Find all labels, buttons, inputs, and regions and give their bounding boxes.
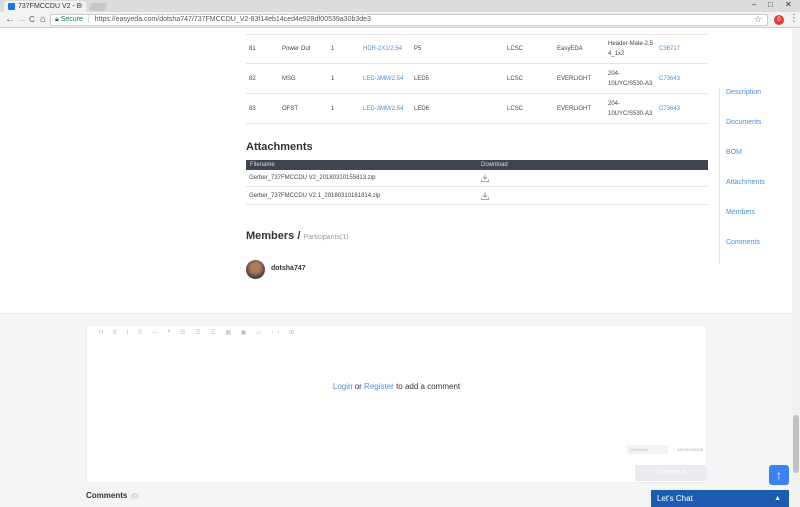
browser-menu-icon[interactable]: ⋮ [789, 13, 799, 24]
attachment-row: Gerber_737FMCCDU V2.1_20180310161814.zip [246, 188, 708, 205]
bom-mpn: 204-10UYC/S530-A3 [608, 101, 653, 117]
download-icon[interactable] [481, 174, 489, 182]
bom-qty: 1 [331, 76, 335, 82]
bom-part-link[interactable]: C73643 [659, 74, 680, 84]
maximize-icon[interactable]: □ [768, 0, 773, 9]
bom-qty: 1 [331, 106, 335, 112]
address-bar[interactable]: 🔒︎ Secure | https://easyeda.com/dotsha74… [50, 14, 768, 26]
bom-supplier: LCSC [507, 76, 524, 82]
sidenav-item-comments[interactable]: Comments [726, 239, 760, 246]
bom-part-link[interactable]: C36717 [659, 44, 680, 54]
bom-manufacturer: EasyEDA [557, 46, 583, 52]
bom-footprint-link[interactable]: HDR-2X1/2.54 [363, 44, 402, 54]
attachments-table-header: Filename Download [246, 160, 708, 170]
attachment-filename: Gerber_737FMCCDU V2.1_20180310161814.zip [249, 193, 381, 199]
bom-manufacturer: EVERLIGHT [557, 106, 592, 112]
bom-row: 81 Power Out 1 HDR-2X1/2.54 P5 LCSC Easy… [246, 35, 708, 64]
login-prompt: Login or Register to add a comment [87, 382, 706, 391]
sidenav-item-description[interactable]: Description [726, 89, 761, 96]
members-title: Members / Participants(1) [246, 230, 349, 242]
attachment-filename: Gerber_737FMCCDU V2_20180310155813.zip [249, 175, 376, 181]
download-icon[interactable] [481, 192, 489, 200]
browser-tab[interactable]: 737FMCCDU V2 - E × [4, 1, 86, 12]
bookmark-star-icon[interactable]: ☆ [754, 14, 762, 25]
or-text: or [354, 382, 362, 391]
bom-footprint-link[interactable]: LED-3MM/2.54 [363, 74, 403, 84]
avatar[interactable] [246, 260, 265, 279]
attachments-title: Attachments [246, 141, 313, 153]
bom-supplier: LCSC [507, 46, 524, 52]
comments-title-text: Comments [86, 491, 128, 500]
bom-supplier: LCSC [507, 106, 524, 112]
sidenav-item-bom[interactable]: BOM [726, 149, 742, 156]
bom-qty: 1 [331, 46, 335, 52]
browser-tabstrip: 737FMCCDU V2 - E × – □ ✕ [0, 0, 800, 12]
bom-designator: LED6 [414, 106, 430, 112]
chevron-up-icon[interactable]: ▲ [774, 490, 781, 507]
lock-icon: 🔒︎ [55, 16, 59, 23]
sidenav-item-attachments[interactable]: Attachments [726, 179, 765, 186]
back-to-top-button[interactable]: ↑ [769, 465, 789, 485]
anonymous-toggle[interactable]: ANONYMOUS [677, 445, 703, 454]
bom-mpn: Header-Male-2.5 4_1x2 [608, 41, 654, 57]
url-text: https://easyeda.com/dotsha747/737FMCCDU_… [94, 16, 371, 23]
browser-toolbar: ← → C ⌂ 🔒︎ Secure | https://easyeda.com/… [0, 12, 800, 28]
participants-tab[interactable]: Participants(1) [303, 234, 348, 241]
member-name[interactable]: dotsha747 [271, 265, 306, 272]
secure-label: Secure [60, 16, 83, 23]
back-icon[interactable]: ← [5, 14, 15, 26]
reload-icon[interactable]: C [29, 14, 35, 26]
members-title-text: Members / [246, 230, 301, 242]
tab-title: 737FMCCDU V2 - E [18, 3, 82, 10]
bom-mpn: 204-10UYC/S530-A3 [608, 71, 653, 87]
bom-row: 82 MSG 1 LED-3MM/2.54 LED5 LCSC EVERLIGH… [246, 65, 708, 94]
page-content: 81 Power Out 1 HDR-2X1/2.54 P5 LCSC Easy… [0, 29, 792, 507]
bom-designator: P5 [414, 46, 422, 52]
minimize-icon[interactable]: – [752, 0, 756, 9]
bom-row: 83 OFST 1 LED-3MM/2.54 LED6 LCSC EVERLIG… [246, 95, 708, 124]
comments-title: Comments (0) [86, 491, 139, 500]
col-download: Download [481, 162, 508, 168]
new-tab-button[interactable] [88, 3, 108, 11]
bom-name: MSG [282, 76, 296, 82]
editor-toolbar[interactable]: H B I S — ❝ ☰ ☰ ☰ ▦ ▣ ▭ ‹› ⊞ [99, 329, 298, 336]
extension-badge-icon[interactable]: 0 [774, 15, 784, 25]
sidenav-item-documents[interactable]: Documents [726, 119, 761, 126]
comment-editor[interactable]: H B I S — ❝ ☰ ☰ ☰ ▦ ▣ ▭ ‹› ⊞ Login or Re… [86, 325, 707, 483]
col-filename: Filename [250, 162, 275, 168]
tab-close-icon[interactable]: × [79, 1, 83, 12]
register-link[interactable]: Register [364, 382, 394, 391]
nickname-input[interactable]: Nickname [627, 445, 668, 454]
chat-widget[interactable]: Let's Chat ▲ [651, 490, 789, 507]
page-scrollbar[interactable] [792, 29, 800, 507]
bom-name: Power Out [282, 46, 311, 52]
window-close-icon[interactable]: ✕ [785, 0, 792, 9]
comment-button[interactable]: Comment [635, 465, 707, 481]
bom-no: 83 [249, 106, 256, 112]
bom-part-link[interactable]: C73643 [659, 104, 680, 114]
bom-no: 81 [249, 46, 256, 52]
comments-count: (0) [131, 494, 139, 500]
sidenav-item-members[interactable]: Members [726, 209, 755, 216]
easyeda-favicon-icon [8, 3, 15, 10]
bom-footprint-link[interactable]: LED-3MM/2.54 [363, 104, 403, 114]
attachment-row: Gerber_737FMCCDU V2_20180310155813.zip [246, 170, 708, 187]
bom-no: 82 [249, 76, 256, 82]
side-navigation: Description Documents BOM Attachments Me… [719, 87, 789, 263]
forward-icon[interactable]: → [17, 14, 27, 26]
scrollbar-thumb[interactable] [793, 415, 799, 473]
address-separator: | [87, 16, 90, 23]
chat-label: Let's Chat [657, 494, 693, 503]
add-comment-text: to add a comment [396, 382, 461, 391]
bom-designator: LED5 [414, 76, 430, 82]
bom-manufacturer: EVERLIGHT [557, 76, 592, 82]
login-link[interactable]: Login [333, 382, 353, 391]
home-icon[interactable]: ⌂ [40, 14, 46, 26]
bom-name: OFST [282, 106, 298, 112]
